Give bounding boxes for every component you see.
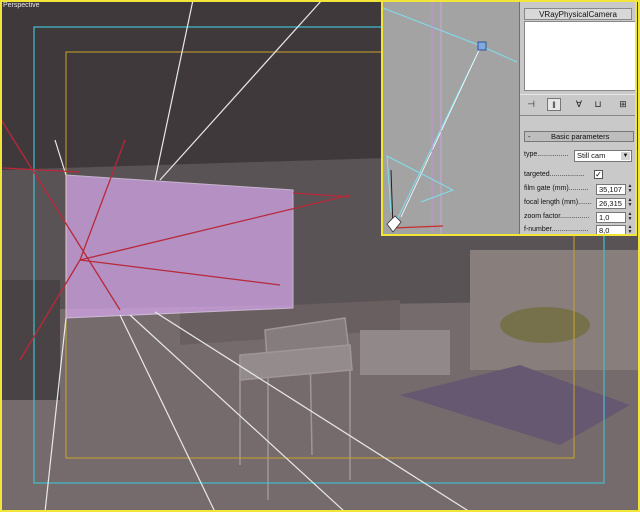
modify-panel: VRayPhysicalCamera ⊣ ‖ ∀ ⊔ ⊞ - Basic par… xyxy=(520,2,635,235)
camera-top-view xyxy=(383,2,518,234)
targeted-row: targeted.................. ✓ xyxy=(524,170,635,182)
red-axis xyxy=(392,225,444,229)
film-gate-plane xyxy=(65,174,294,319)
camera-parameters-inset: VRayPhysicalCamera ⊣ ‖ ∀ ⊔ ⊞ - Basic par… xyxy=(381,0,637,236)
targeted-label: targeted.................. xyxy=(524,171,585,178)
rollout-title: Basic parameters xyxy=(551,132,610,141)
camera-target-box[interactable] xyxy=(477,41,487,51)
film-gate-label: film gate (mm).......... xyxy=(524,185,589,192)
f-number-label: f-number................... xyxy=(524,226,589,233)
modifier-stack-list[interactable] xyxy=(524,21,635,91)
zoom-factor-input[interactable]: 1,0 xyxy=(596,212,626,223)
targeted-checkbox[interactable]: ✓ xyxy=(594,170,603,179)
type-label: type................ xyxy=(524,151,569,158)
configure-modifier-sets-icon[interactable]: ⊞ xyxy=(616,98,630,111)
spinner-icon[interactable]: ▲ ▼ xyxy=(627,212,633,223)
spinner-icon[interactable]: ▲ ▼ xyxy=(627,225,633,235)
spinner-icon[interactable]: ▲ ▼ xyxy=(627,198,633,209)
object-name-field[interactable]: VRayPhysicalCamera xyxy=(524,8,632,20)
pin-stack-icon[interactable]: ⊣ xyxy=(524,98,538,111)
viewport-label[interactable]: Perspective xyxy=(3,2,40,9)
zoom-factor-row: zoom factor............... 1,0 ▲ ▼ xyxy=(524,212,635,224)
top-view-inset xyxy=(383,2,520,234)
chevron-down-icon[interactable]: ▼ xyxy=(621,152,630,160)
collapse-icon[interactable]: - xyxy=(528,132,531,141)
f-number-input[interactable]: 8,0 xyxy=(596,225,626,234)
focal-length-label: focal length (mm)....... xyxy=(524,199,592,206)
remove-modifier-icon[interactable]: ⊔ xyxy=(591,98,605,111)
basic-parameters-rollout[interactable]: - Basic parameters xyxy=(524,131,634,142)
type-dropdown[interactable]: Still cam ▼ xyxy=(574,150,632,162)
film-gate-row: film gate (mm).......... 35,107 ▲ ▼ xyxy=(524,184,635,196)
make-unique-icon[interactable]: ∀ xyxy=(572,98,586,111)
zoom-factor-label: zoom factor............... xyxy=(524,213,590,220)
focal-length-input[interactable]: 26,315 xyxy=(596,198,626,209)
modifier-stack-toolbar: ⊣ ‖ ∀ ⊔ ⊞ xyxy=(520,94,635,116)
film-gate-input[interactable]: 35,107 xyxy=(596,184,626,195)
spinner-icon[interactable]: ▲ ▼ xyxy=(627,184,633,195)
f-number-row: f-number................... 8,0 ▲ ▼ xyxy=(524,225,635,235)
camera-cone xyxy=(386,155,455,213)
focal-length-row: focal length (mm)....... 26,315 ▲ ▼ xyxy=(524,198,635,210)
show-end-result-icon[interactable]: ‖ xyxy=(547,98,561,111)
type-row: type................ Still cam ▼ xyxy=(524,150,635,162)
camera-icon[interactable] xyxy=(386,215,402,233)
type-value: Still cam xyxy=(577,151,606,160)
perspective-viewport[interactable]: Perspective VRayPhysicalCamera ⊣ ‖ ∀ ⊔ ⊞… xyxy=(0,0,640,512)
